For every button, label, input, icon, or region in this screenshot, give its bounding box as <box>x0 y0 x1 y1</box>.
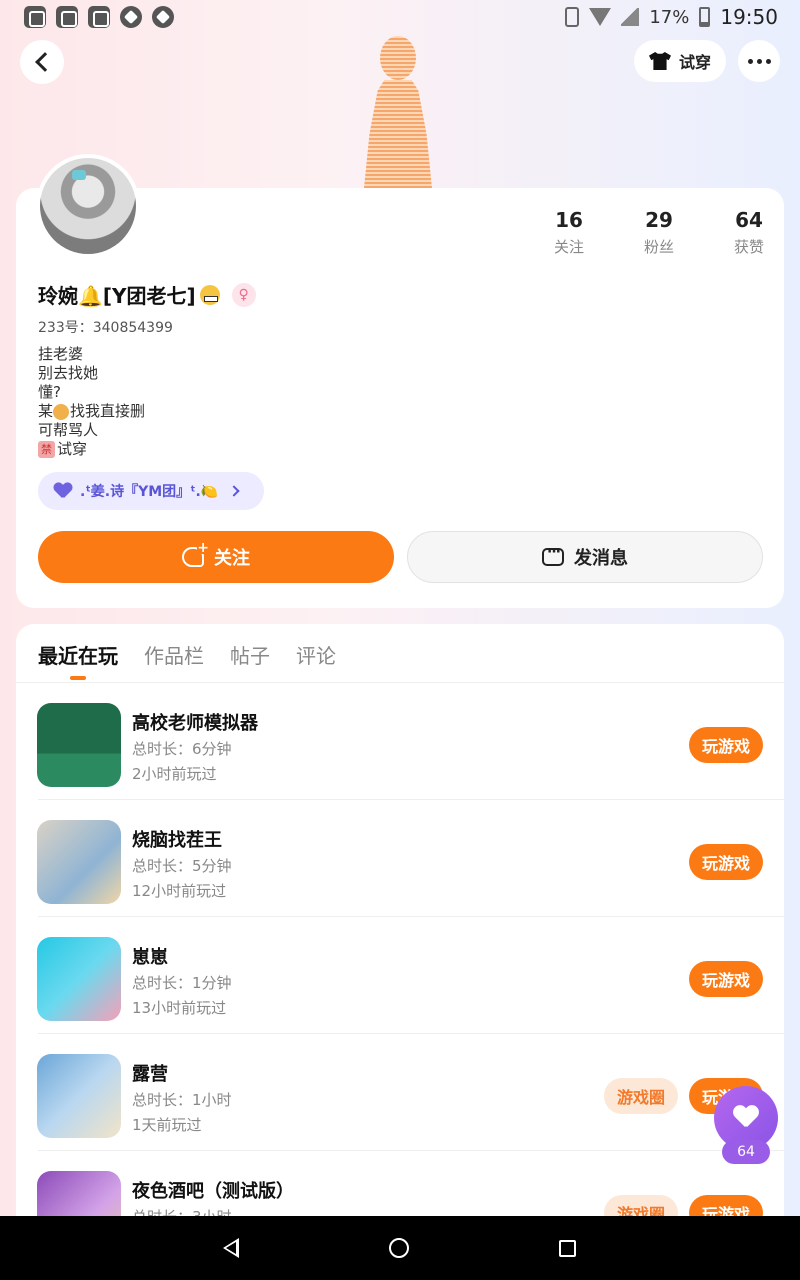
back-button[interactable] <box>20 40 64 84</box>
app-notification-icon <box>88 6 110 28</box>
forbidden-emoji-icon: 禁 <box>38 441 55 458</box>
game-icon <box>37 1054 121 1138</box>
chevron-right-icon <box>228 485 240 497</box>
status-bar: 17% 19:50 <box>0 0 800 34</box>
stat-following[interactable]: 16 关注 <box>524 208 614 257</box>
heart-icon <box>54 483 72 499</box>
nickname: 玲婉🔔[Y团老七] <box>38 284 196 308</box>
heart-plus-icon <box>182 542 209 567</box>
club-tag[interactable]: .ᵗ姜.诗『YM团』ᵗ.🍋 <box>38 472 264 510</box>
avatar-figure[interactable] <box>356 36 440 188</box>
notification-icons <box>24 6 174 28</box>
heart-icon <box>733 1106 759 1130</box>
like-count: 64 <box>722 1140 770 1164</box>
clock: 19:50 <box>720 5 778 29</box>
list-item[interactable]: 崽崽 总时长：1分钟 13小时前玩过 玩游戏 <box>16 917 784 1034</box>
play-game-button[interactable]: 玩游戏 <box>689 727 763 763</box>
app-notification-icon <box>120 6 142 28</box>
nav-back-icon[interactable] <box>223 1238 239 1258</box>
try-on-button[interactable]: 试穿 <box>634 40 726 82</box>
follow-button[interactable]: 关注 <box>38 531 394 583</box>
list-item[interactable]: 露营 总时长：1小时 1天前玩过 游戏圈 玩游戏 <box>16 1034 784 1151</box>
try-on-label: 试穿 <box>678 53 711 72</box>
stats: 16 关注 29 粉丝 64 获赞 <box>524 208 794 257</box>
chat-icon <box>542 544 564 566</box>
avatar[interactable] <box>36 154 140 258</box>
stat-likes[interactable]: 64 获赞 <box>704 208 794 257</box>
stat-followers[interactable]: 29 粉丝 <box>614 208 704 257</box>
tshirt-icon <box>648 52 671 70</box>
message-button[interactable]: 发消息 <box>407 531 763 583</box>
system-nav-bar <box>0 1216 800 1280</box>
game-icon <box>37 820 121 904</box>
app-notification-icon <box>24 6 46 28</box>
game-icon <box>37 703 121 787</box>
game-circle-button[interactable]: 游戏圈 <box>604 1078 678 1114</box>
tab-works[interactable]: 作品栏 <box>144 640 204 669</box>
nickname-row: 玲婉🔔[Y团老七] ♀ <box>38 280 256 309</box>
female-gender-icon: ♀ <box>231 282 256 307</box>
more-button[interactable] <box>738 40 780 82</box>
game-icon <box>37 937 121 1021</box>
club-tag-label: .ᵗ姜.诗『YM团』ᵗ.🍋 <box>80 484 219 500</box>
vibrate-icon <box>565 7 580 27</box>
tab-bar: 最近在玩 作品栏 帖子 评论 <box>38 640 336 680</box>
play-game-button[interactable]: 玩游戏 <box>689 961 763 997</box>
dog-emoji-icon <box>53 403 70 420</box>
no-signal-icon <box>621 8 640 26</box>
battery-icon <box>699 7 711 27</box>
app-notification-icon <box>56 6 78 28</box>
app-notification-icon <box>152 6 174 28</box>
tab-posts[interactable]: 帖子 <box>230 640 270 669</box>
user-id: 233号：340854399 <box>38 320 173 336</box>
battery-percent: 17% <box>649 6 690 28</box>
system-icons: 17% 19:50 <box>565 5 778 29</box>
nav-home-icon[interactable] <box>389 1238 409 1258</box>
grimace-emoji-icon <box>199 284 220 305</box>
play-game-button[interactable]: 玩游戏 <box>689 844 763 880</box>
list-item[interactable]: 高校老师模拟器 总时长：6分钟 2小时前玩过 玩游戏 <box>16 683 784 800</box>
tab-recently-played[interactable]: 最近在玩 <box>38 640 118 680</box>
tab-comments[interactable]: 评论 <box>296 640 336 669</box>
more-icon <box>747 58 753 64</box>
nav-recents-icon[interactable] <box>559 1240 576 1257</box>
back-icon <box>34 52 55 72</box>
profile-card: 16 关注 29 粉丝 64 获赞 玲婉🔔[Y团老七] ♀ 233号：34085… <box>16 188 784 608</box>
list-item[interactable]: 烧脑找茬王 总时长：5分钟 12小时前玩过 玩游戏 <box>16 800 784 917</box>
recent-games-card: 最近在玩 作品栏 帖子 评论 高校老师模拟器 总时长：6分钟 2小时前玩过 玩游… <box>16 624 784 1280</box>
bio: 挂老婆 别去找她 懂? 某找我直接删 可帮骂人 禁试穿 <box>38 345 146 458</box>
wifi-icon <box>589 8 612 26</box>
